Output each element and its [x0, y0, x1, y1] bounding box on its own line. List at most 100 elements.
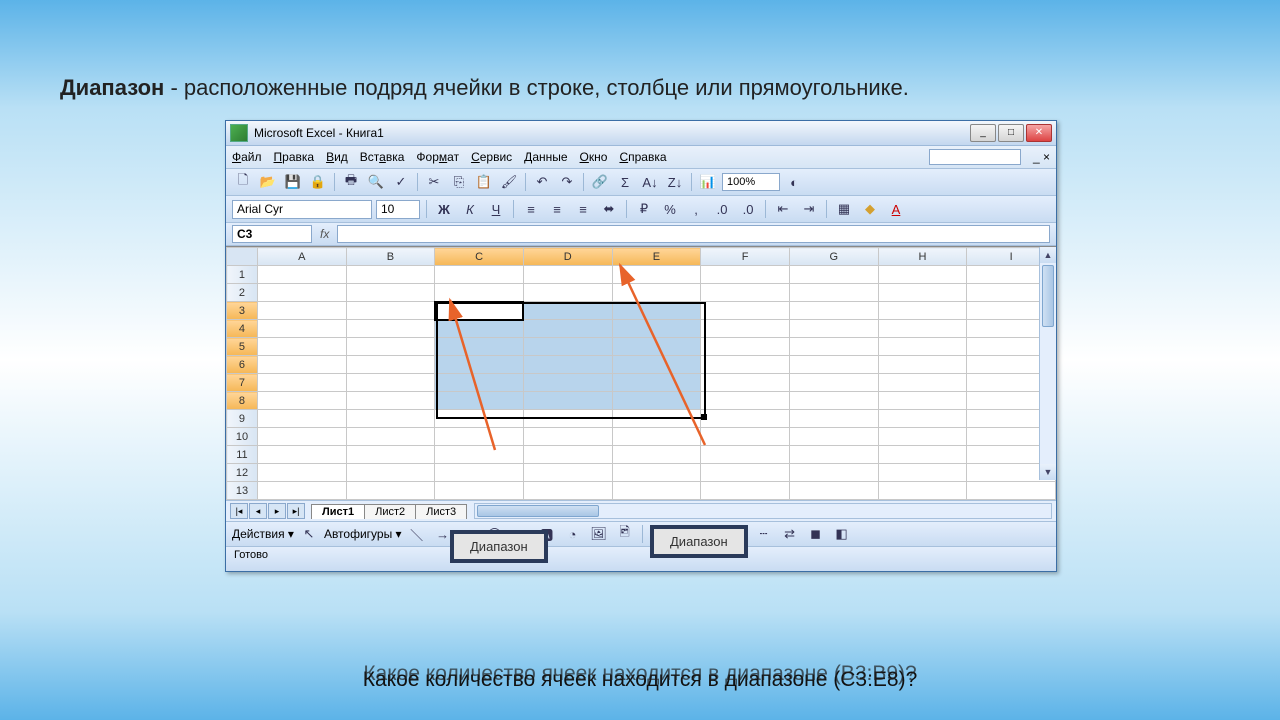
scroll-down-icon[interactable]: ▼ — [1040, 464, 1056, 480]
menu-chevron[interactable]: _ × — [1033, 150, 1050, 164]
3d-icon[interactable]: ◧ — [831, 523, 853, 545]
zoom-input[interactable]: 100% — [722, 173, 780, 191]
row-header[interactable]: 8 — [227, 392, 258, 410]
font-color-icon[interactable]: A — [885, 198, 907, 220]
row-header[interactable]: 7 — [227, 374, 258, 392]
maximize-button[interactable]: □ — [998, 124, 1024, 142]
fill-color-icon[interactable]: ◆ — [859, 198, 881, 220]
menu-view[interactable]: Вид — [326, 150, 348, 164]
decrease-decimal-icon[interactable]: .0 — [737, 198, 759, 220]
print-icon[interactable]: 🖶 — [340, 171, 362, 193]
col-header[interactable]: B — [346, 248, 435, 266]
prev-sheet-icon[interactable]: ◂ — [249, 503, 267, 519]
borders-icon[interactable]: ▦ — [833, 198, 855, 220]
next-sheet-icon[interactable]: ▸ — [268, 503, 286, 519]
autoshapes-button[interactable]: Автофигуры ▾ — [324, 527, 402, 541]
undo-icon[interactable]: ↶ — [531, 171, 553, 193]
row-header[interactable]: 2 — [227, 284, 258, 302]
align-right-icon[interactable]: ≡ — [572, 198, 594, 220]
sort-desc-icon[interactable]: Z↓ — [664, 171, 686, 193]
col-header[interactable]: D — [523, 248, 612, 266]
dash-style-icon[interactable]: ┄ — [753, 523, 775, 545]
row-header[interactable]: 1 — [227, 266, 258, 284]
sheet-tab[interactable]: Лист3 — [415, 504, 467, 519]
vertical-scrollbar[interactable]: ▲ ▼ — [1039, 247, 1056, 480]
underline-button[interactable]: Ч — [485, 198, 507, 220]
row-header[interactable]: 6 — [227, 356, 258, 374]
chart-icon[interactable]: 📊 — [697, 171, 719, 193]
font-size-input[interactable]: 10 — [376, 200, 420, 219]
row-header[interactable]: 10 — [227, 428, 258, 446]
cut-icon[interactable]: ✂ — [423, 171, 445, 193]
menu-edit[interactable]: Правка — [274, 150, 315, 164]
menu-insert[interactable]: Вставка — [360, 150, 405, 164]
sort-asc-icon[interactable]: A↓ — [639, 171, 661, 193]
help-icon[interactable]: ◐ — [783, 171, 805, 193]
formula-input[interactable] — [337, 225, 1050, 243]
new-icon[interactable]: 🗋 — [232, 171, 254, 193]
clipart-icon[interactable]: 🖼 — [588, 523, 610, 545]
shadow-icon[interactable]: ◼ — [805, 523, 827, 545]
draw-actions-button[interactable]: Действия ▾ — [232, 527, 294, 541]
scroll-up-icon[interactable]: ▲ — [1040, 247, 1056, 263]
comma-icon[interactable]: , — [685, 198, 707, 220]
col-header[interactable]: H — [878, 248, 967, 266]
sheet-tab[interactable]: Лист2 — [364, 504, 416, 519]
menu-data[interactable]: Данные — [524, 150, 567, 164]
scroll-thumb[interactable] — [477, 505, 599, 517]
paste-icon[interactable]: 📋 — [473, 171, 495, 193]
col-header[interactable]: G — [789, 248, 878, 266]
autosum-icon[interactable]: Σ — [614, 171, 636, 193]
arrow-style-icon[interactable]: ⇄ — [779, 523, 801, 545]
save-icon[interactable]: 💾 — [282, 171, 304, 193]
font-name-input[interactable]: Arial Cyr — [232, 200, 372, 219]
line-icon[interactable]: ＼ — [406, 523, 428, 545]
picture-icon[interactable]: 🖻 — [614, 523, 636, 545]
permission-icon[interactable]: 🔒 — [307, 171, 329, 193]
merge-icon[interactable]: ⬌ — [598, 198, 620, 220]
grid[interactable]: A B C D E F G H I 1 2 3 4 5 6 7 8 9 — [226, 247, 1056, 500]
fx-icon[interactable]: fx — [320, 227, 329, 241]
col-header[interactable]: C — [435, 248, 524, 266]
menu-format[interactable]: Формат — [416, 150, 459, 164]
open-icon[interactable]: 📂 — [257, 171, 279, 193]
row-header[interactable]: 11 — [227, 446, 258, 464]
italic-button[interactable]: К — [459, 198, 481, 220]
col-header[interactable]: E — [612, 248, 701, 266]
increase-indent-icon[interactable]: ⇥ — [798, 198, 820, 220]
percent-icon[interactable]: % — [659, 198, 681, 220]
menu-tools[interactable]: Сервис — [471, 150, 512, 164]
horizontal-scrollbar[interactable] — [474, 503, 1052, 519]
preview-icon[interactable]: 🔍 — [365, 171, 387, 193]
decrease-indent-icon[interactable]: ⇤ — [772, 198, 794, 220]
increase-decimal-icon[interactable]: .0 — [711, 198, 733, 220]
spellcheck-icon[interactable]: ✓ — [390, 171, 412, 193]
bold-button[interactable]: Ж — [433, 198, 455, 220]
menu-window[interactable]: Окно — [580, 150, 608, 164]
sheet-tab[interactable]: Лист1 — [311, 504, 365, 519]
row-header[interactable]: 4 — [227, 320, 258, 338]
menu-file[interactable]: Файл — [232, 150, 262, 164]
minimize-button[interactable]: _ — [970, 124, 996, 142]
col-header[interactable]: A — [257, 248, 346, 266]
row-header[interactable]: 13 — [227, 482, 258, 500]
align-left-icon[interactable]: ≡ — [520, 198, 542, 220]
select-icon[interactable]: ↖ — [298, 523, 320, 545]
row-header[interactable]: 12 — [227, 464, 258, 482]
row-header[interactable]: 9 — [227, 410, 258, 428]
hyperlink-icon[interactable]: 🔗 — [589, 171, 611, 193]
name-box[interactable]: C3 — [232, 225, 312, 243]
diagram-icon[interactable]: ◔ — [562, 523, 584, 545]
close-button[interactable]: ✕ — [1026, 124, 1052, 142]
titlebar[interactable]: Microsoft Excel - Книга1 _ □ ✕ — [226, 121, 1056, 146]
row-header[interactable]: 3 — [227, 302, 258, 320]
row-header[interactable]: 5 — [227, 338, 258, 356]
select-all-corner[interactable] — [227, 248, 258, 266]
redo-icon[interactable]: ↷ — [556, 171, 578, 193]
currency-icon[interactable]: ₽ — [633, 198, 655, 220]
scroll-thumb[interactable] — [1042, 265, 1054, 327]
last-sheet-icon[interactable]: ▸| — [287, 503, 305, 519]
col-header[interactable]: F — [701, 248, 790, 266]
menu-help[interactable]: Справка — [619, 150, 666, 164]
copy-icon[interactable]: ⎘ — [448, 171, 470, 193]
